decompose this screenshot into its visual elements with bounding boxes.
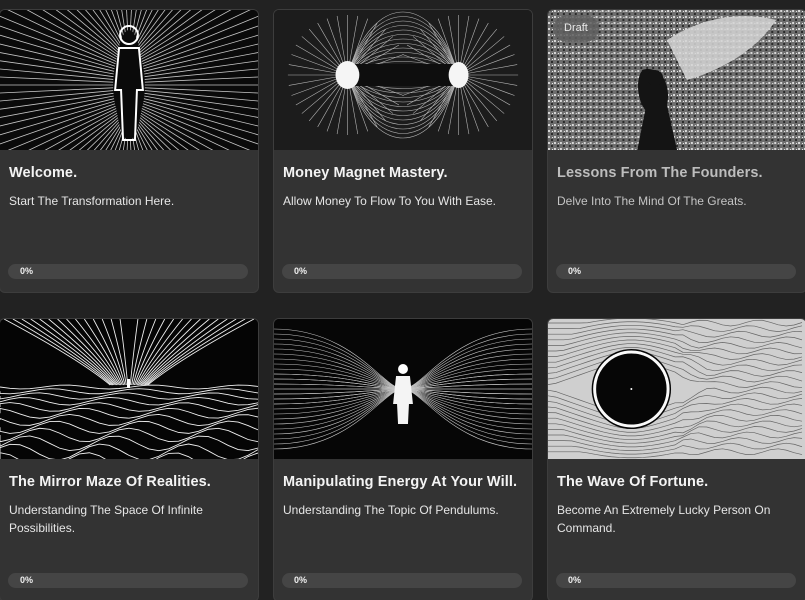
course-description: Allow Money To Flow To You With Ease. xyxy=(283,194,496,208)
wave-landscape-image xyxy=(0,319,258,459)
course-card-welcome[interactable]: Welcome. Start The Transformation Here. … xyxy=(0,9,259,293)
progress-label: 0% xyxy=(568,575,582,585)
course-title: The Wave Of Fortune. xyxy=(557,474,709,490)
course-title: Money Magnet Mastery. xyxy=(283,165,448,181)
course-card-founders[interactable]: Draft Lessons From The Founders. Delve I… xyxy=(547,9,805,293)
course-title: Manipulating Energy At Your Will. xyxy=(283,474,518,490)
course-card-wave-of-fortune[interactable]: The Wave Of Fortune. Become An Extremely… xyxy=(547,318,805,600)
progress-bar: 0% xyxy=(282,573,522,588)
black-hole-flow-image xyxy=(548,319,805,459)
winged-statue-image: Draft xyxy=(548,10,805,150)
course-title: Welcome. xyxy=(9,165,78,181)
course-card-manipulating-energy[interactable]: Manipulating Energy At Your Will. Unders… xyxy=(273,318,533,600)
course-card-money-magnet[interactable]: Money Magnet Mastery. Allow Money To Flo… xyxy=(273,9,533,293)
course-card-mirror-maze[interactable]: The Mirror Maze Of Realities. Understand… xyxy=(0,318,259,600)
course-grid: Welcome. Start The Transformation Here. … xyxy=(0,0,805,600)
course-description: Understanding The Space Of Infinite Poss… xyxy=(9,503,203,535)
progress-bar: 0% xyxy=(282,264,522,279)
progress-bar: 0% xyxy=(556,264,796,279)
course-title: Lessons From The Founders. xyxy=(557,165,763,181)
energy-mesh-figure-image xyxy=(274,319,532,459)
progress-bar: 0% xyxy=(8,573,248,588)
progress-label: 0% xyxy=(568,266,582,276)
course-title: The Mirror Maze Of Realities. xyxy=(9,474,211,490)
course-description: Start The Transformation Here. xyxy=(9,194,175,208)
progress-label: 0% xyxy=(20,266,34,276)
progress-label: 0% xyxy=(294,575,308,585)
progress-label: 0% xyxy=(294,266,308,276)
course-description: Delve Into The Mind Of The Greats. xyxy=(557,194,747,208)
course-description: Become An Extremely Lucky Person On Comm… xyxy=(557,503,771,535)
figure-energy-field-image xyxy=(0,10,258,150)
draft-badge: Draft xyxy=(553,15,599,42)
progress-bar: 0% xyxy=(8,264,248,279)
progress-label: 0% xyxy=(20,575,34,585)
progress-bar: 0% xyxy=(556,573,796,588)
course-description: Understanding The Topic Of Pendulums. xyxy=(283,503,499,517)
magnetic-field-image xyxy=(274,10,532,150)
